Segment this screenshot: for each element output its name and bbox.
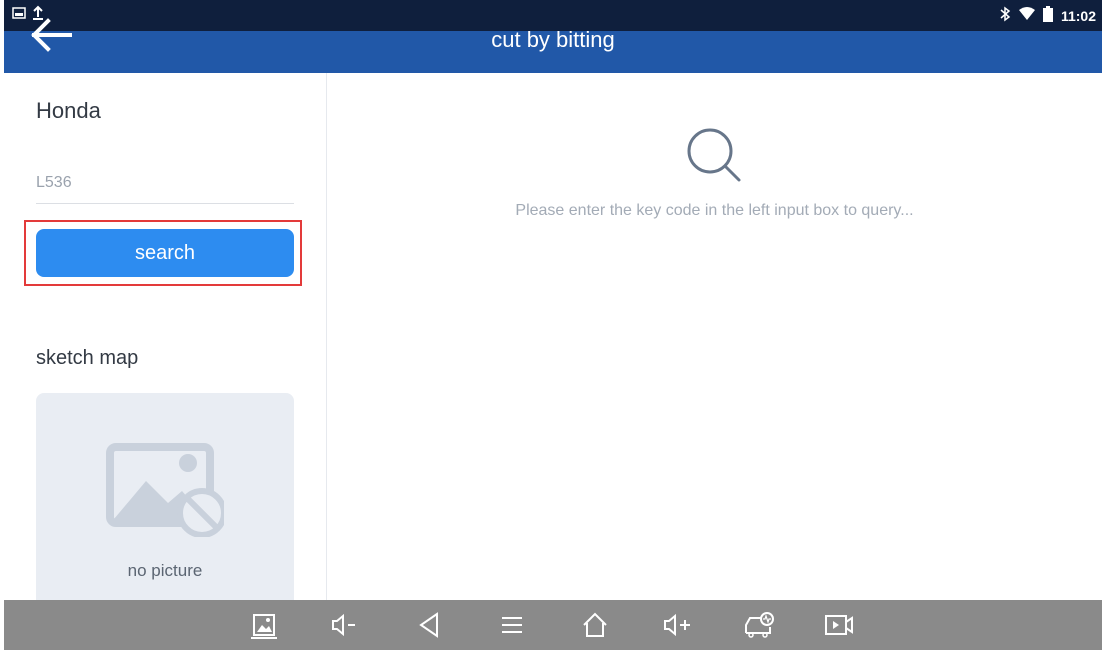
volume-down-icon[interactable]: [327, 610, 361, 640]
empty-state-message: Please enter the key code in the left in…: [515, 202, 914, 219]
screenshot-icon[interactable]: [247, 610, 281, 640]
bluetooth-icon: [999, 6, 1011, 25]
no-picture-icon: [104, 441, 227, 542]
battery-icon: [1042, 6, 1053, 25]
screen-record-icon[interactable]: [822, 610, 856, 640]
home-icon[interactable]: [578, 610, 612, 640]
key-code-input[interactable]: [36, 163, 294, 204]
wifi-icon: [1018, 7, 1035, 24]
no-picture-text: no picture: [127, 561, 203, 580]
left-panel: Honda search sketch map no picture: [4, 73, 327, 633]
search-icon: [682, 123, 746, 192]
app-bar: cut by bitting: [4, 18, 1102, 73]
volume-up-icon[interactable]: [660, 610, 694, 640]
page-title: cut by bitting: [491, 27, 615, 52]
search-button[interactable]: search: [36, 229, 294, 277]
status-time: 11:02: [1060, 7, 1096, 24]
sketch-map-preview: no picture: [36, 393, 294, 633]
sketch-map-label: sketch map: [36, 347, 139, 369]
system-nav-bar: [4, 600, 1102, 650]
brand-label: Honda: [36, 98, 101, 123]
menu-icon[interactable]: [495, 610, 529, 640]
results-panel: Please enter the key code in the left in…: [327, 73, 1102, 600]
notification-icon: [12, 6, 26, 25]
back-icon[interactable]: [412, 610, 446, 640]
vehicle-diagnostics-icon[interactable]: [742, 610, 776, 640]
